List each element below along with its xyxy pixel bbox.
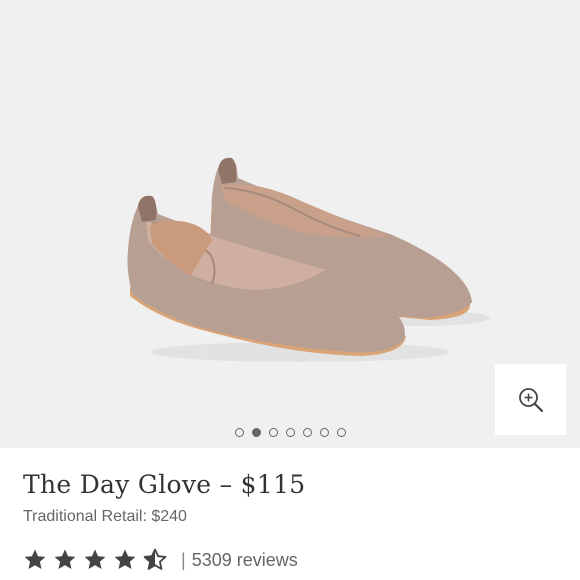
star-full-icon — [113, 548, 137, 572]
star-full-icon — [83, 548, 107, 572]
carousel-dot-5[interactable] — [302, 427, 312, 437]
carousel-dot-2[interactable] — [251, 427, 261, 437]
reviews-link[interactable]: 5309 reviews — [192, 550, 298, 571]
star-full-icon — [53, 548, 77, 572]
carousel-dot-3[interactable] — [268, 427, 278, 437]
carousel-dot-4[interactable] — [285, 427, 295, 437]
star-rating — [23, 548, 167, 572]
zoom-in-icon — [518, 387, 543, 412]
carousel-dots — [0, 425, 580, 439]
rating-row: | 5309 reviews — [23, 546, 298, 574]
traditional-retail-price: Traditional Retail: $240 — [23, 508, 187, 525]
star-half-icon — [143, 548, 167, 572]
product-image — [127, 157, 490, 362]
carousel-dot-6[interactable] — [319, 427, 329, 437]
carousel-dot-1[interactable] — [234, 427, 244, 437]
carousel-dot-7[interactable] — [336, 427, 346, 437]
rating-separator: | — [181, 549, 186, 570]
product-image-gallery[interactable] — [0, 0, 580, 448]
star-full-icon — [23, 548, 47, 572]
product-title: The Day Glove – $115 — [23, 470, 306, 499]
